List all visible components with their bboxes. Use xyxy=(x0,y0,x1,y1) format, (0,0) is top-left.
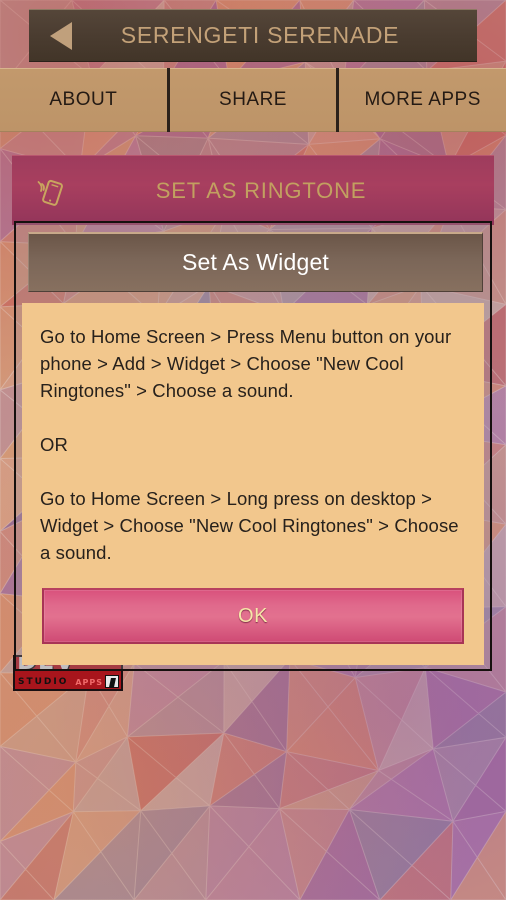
tab-share-label: SHARE xyxy=(219,89,287,110)
tab-about-label: ABOUT xyxy=(49,89,118,110)
set-as-widget-dialog: Set As Widget Go to Home Screen > Press … xyxy=(14,221,492,671)
tab-bar: ABOUT SHARE MORE APPS xyxy=(0,68,506,132)
studio-banner-sub: STUDIO xyxy=(18,677,69,687)
dialog-titlebar: Set As Widget xyxy=(28,232,483,292)
ok-button[interactable]: OK xyxy=(42,588,464,644)
dialog-paragraph-2: OR xyxy=(40,434,68,455)
ok-button-label: OK xyxy=(237,604,269,627)
studio-banner-logo-icon xyxy=(105,675,119,688)
set-as-ringtone-button[interactable]: SET AS RINGTONE xyxy=(12,155,494,225)
tab-share[interactable]: SHARE xyxy=(169,68,337,132)
tab-more-apps[interactable]: MORE APPS xyxy=(339,68,506,132)
dialog-spacer-1 xyxy=(40,404,466,431)
page-title: SERENGETI SERENADE xyxy=(120,22,400,48)
ringtone-phone-icon xyxy=(12,174,88,208)
dialog-paragraph-1: Go to Home Screen > Press Menu button on… xyxy=(40,326,452,401)
dialog-paragraph-3: Go to Home Screen > Long press on deskto… xyxy=(40,488,459,563)
studio-banner-tag: APPS xyxy=(75,678,103,687)
set-as-ringtone-label: SET AS RINGTONE xyxy=(155,177,367,203)
dialog-title: Set As Widget xyxy=(181,249,330,275)
dialog-spacer-2 xyxy=(40,458,466,485)
tab-more-apps-label: MORE APPS xyxy=(364,89,481,110)
tab-about[interactable]: ABOUT xyxy=(0,68,167,132)
header-bar: SERENGETI SERENADE xyxy=(29,9,477,62)
back-button[interactable] xyxy=(29,9,93,62)
app-screen: SERENGETI SERENADE ABOUT SHARE MORE APPS xyxy=(0,0,506,900)
back-triangle-icon xyxy=(50,21,72,50)
dialog-body: Go to Home Screen > Press Menu button on… xyxy=(22,303,484,665)
